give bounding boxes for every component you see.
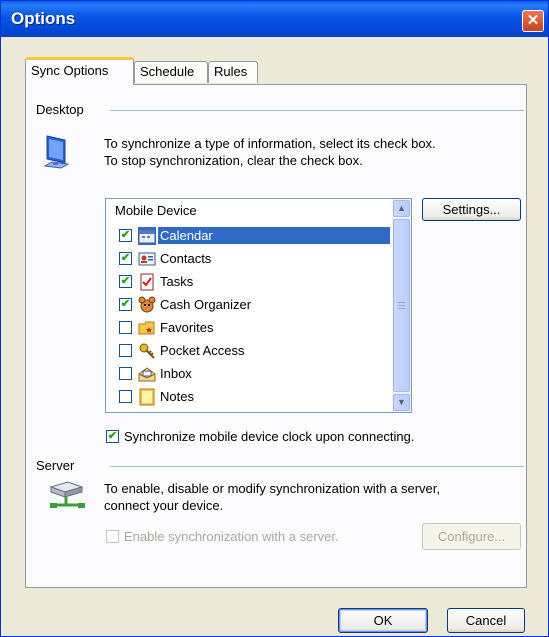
enable-server-sync-label[interactable]: Enable synchronization with a server. [124, 528, 339, 545]
close-icon: ✕ [526, 12, 540, 29]
list-item-favorites[interactable]: Favorites [106, 317, 391, 339]
desktop-instruction-line2: To stop synchronization, clear the check… [104, 153, 363, 168]
notes-icon [139, 388, 155, 406]
cash-organizer-checkbox[interactable]: ✔ [119, 298, 132, 311]
key-icon [139, 343, 155, 359]
pocket-access-checkbox[interactable] [119, 344, 132, 357]
favorites-label: Favorites [160, 320, 214, 335]
enable-server-sync-checkbox[interactable] [106, 530, 119, 543]
desktop-group-divider [110, 110, 524, 111]
list-header: Mobile Device [115, 203, 197, 218]
network-server-icon [49, 481, 85, 508]
tasks-icon [140, 273, 154, 291]
calendar-icon [138, 227, 156, 245]
inbox-checkbox[interactable] [119, 367, 132, 380]
title-bar[interactable]: Options ✕ [1, 1, 548, 37]
grip-line [398, 305, 405, 306]
list-item-notes[interactable]: Notes [106, 386, 391, 408]
calendar-label: Calendar [158, 227, 390, 244]
cancel-button[interactable]: Cancel [447, 608, 525, 633]
tasks-checkbox[interactable]: ✔ [119, 275, 132, 288]
inbox-icon [138, 367, 156, 382]
tab-rules[interactable]: Rules [208, 61, 258, 83]
list-item-calendar[interactable]: ✔ Calendar [106, 225, 391, 247]
scroll-up-button[interactable]: ▲ [393, 200, 410, 217]
options-dialog: Options ✕ Sync Options Schedule Rules De… [0, 0, 549, 637]
tab-sync-options[interactable]: Sync Options [25, 57, 134, 85]
sync-options-panel: Desktop To synchronize a type of informa… [25, 84, 527, 588]
contacts-checkbox[interactable]: ✔ [119, 252, 132, 265]
notes-label: Notes [160, 389, 194, 404]
list-item-pocket-access[interactable]: Pocket Access [106, 340, 391, 362]
list-item-inbox[interactable]: Inbox [106, 363, 391, 385]
tab-schedule[interactable]: Schedule [134, 61, 208, 83]
server-instruction-line2: connect your device. [104, 498, 224, 513]
desktop-group-label: Desktop [36, 102, 84, 117]
list-item-contacts[interactable]: ✔ Contacts [106, 248, 391, 270]
close-button[interactable]: ✕ [522, 10, 544, 32]
inbox-label: Inbox [160, 366, 192, 381]
clock-sync-checkbox[interactable]: ✔ [106, 430, 119, 443]
cash-organizer-icon [138, 296, 156, 313]
desktop-instruction-line1: To synchronize a type of information, se… [104, 136, 436, 151]
chevron-down-icon: ▼ [397, 397, 406, 407]
cash-organizer-label: Cash Organizer [160, 297, 252, 312]
pocket-access-label: Pocket Access [160, 343, 245, 358]
favorites-folder-icon [138, 321, 155, 335]
scroll-thumb[interactable] [393, 219, 410, 392]
list-item-tasks[interactable]: ✔ Tasks [106, 271, 391, 293]
contacts-icon [138, 252, 156, 266]
clock-sync-label[interactable]: Synchronize mobile device clock upon con… [124, 428, 415, 445]
server-group-label: Server [36, 458, 75, 473]
tasks-label: Tasks [160, 274, 194, 289]
configure-button[interactable]: Configure... [422, 523, 521, 550]
grip-line [398, 302, 405, 303]
scroll-down-button[interactable]: ▼ [393, 394, 410, 411]
favorites-checkbox[interactable] [119, 321, 132, 334]
settings-button[interactable]: Settings... [422, 198, 521, 221]
ok-button[interactable]: OK [338, 608, 428, 633]
server-group-divider [110, 466, 524, 467]
grip-line [398, 308, 405, 309]
chevron-up-icon: ▲ [397, 203, 406, 213]
server-instruction-line1: To enable, disable or modify synchroniza… [104, 481, 441, 496]
window-title: Options [11, 9, 76, 28]
contacts-label: Contacts [160, 251, 212, 266]
desktop-computer-icon [43, 135, 70, 169]
mobile-device-list[interactable]: Mobile Device ✔ Calendar ✔ Contacts ✔ Ta… [105, 198, 412, 413]
list-item-cash-organizer[interactable]: ✔ Cash Organizer [106, 294, 391, 316]
notes-checkbox[interactable] [119, 390, 132, 403]
list-scrollbar[interactable]: ▲ ▼ [392, 199, 411, 412]
calendar-checkbox[interactable]: ✔ [119, 229, 132, 242]
